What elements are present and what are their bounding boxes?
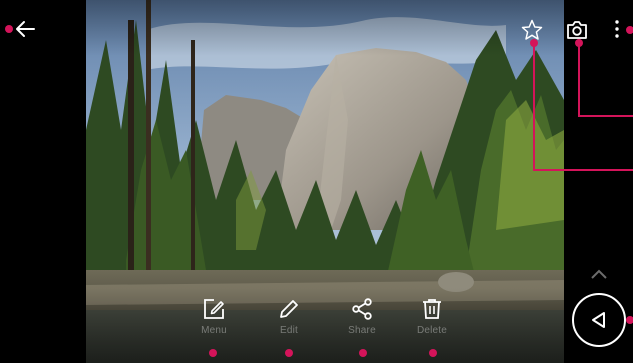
share-action-label: Share [348,325,376,336]
share-icon [352,298,372,320]
menu-action-label: Menu [201,325,227,336]
edit-action-label: Edit [279,325,299,336]
more-options-button[interactable] [612,18,622,40]
pencil-icon [280,300,298,318]
edit-square-icon [204,299,224,319]
edit-action-button[interactable]: Edit [259,297,319,357]
delete-action-button[interactable]: Delete [402,297,462,357]
triangle-back-icon [592,312,605,328]
callout-dot-nav-back [626,316,633,324]
bottom-bar-shade [86,288,564,363]
callout-dot-back [5,25,13,33]
star-outline-icon [521,19,543,40]
callout-dot-share [359,349,367,357]
chevron-up-icon [591,269,607,279]
delete-action-label: Delete [416,325,448,336]
top-bar-shade [86,0,564,56]
share-action-button[interactable]: Share [332,297,392,357]
nav-back-button[interactable] [572,293,626,347]
trash-icon [423,299,441,319]
callout-dot-edit [285,349,293,357]
camera-icon [567,21,587,39]
menu-action-button[interactable]: Menu [184,297,244,357]
callout-line-favorite-v [533,43,535,171]
more-vertical-icon [615,20,619,38]
back-button[interactable] [12,18,38,40]
callout-line-camera-h [578,115,633,117]
callout-line-favorite-h [533,169,633,171]
callout-dot-delete [429,349,437,357]
arrow-left-icon [16,21,35,37]
expand-button[interactable] [590,268,608,280]
callout-line-camera-v [578,43,580,117]
callout-dot-menu [209,349,217,357]
gallery-photo-viewer: Menu Edit Share Delete [0,0,633,363]
callout-dot-more [626,26,633,34]
